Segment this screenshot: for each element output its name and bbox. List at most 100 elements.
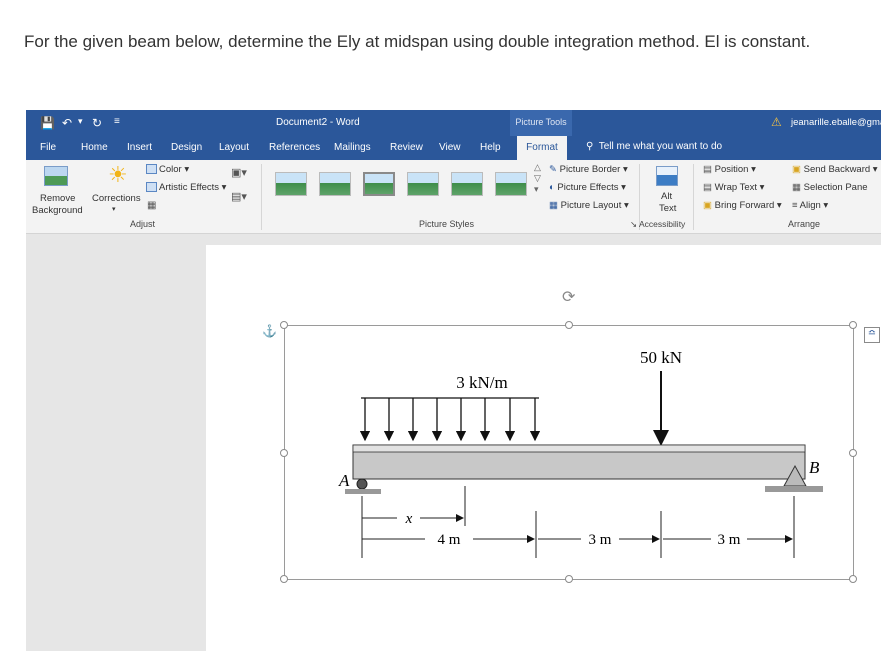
undo-dropdown-icon[interactable]: ▾ xyxy=(78,116,83,127)
picture-style-thumb[interactable] xyxy=(495,172,527,196)
resize-handle[interactable] xyxy=(849,575,857,583)
resize-handle[interactable] xyxy=(280,321,288,329)
transparency-icon[interactable]: ▦ xyxy=(147,200,156,211)
tab-home[interactable]: Home xyxy=(81,142,108,153)
support-a-base xyxy=(345,489,381,494)
bring-forward-label: Bring Forward xyxy=(714,200,775,211)
tell-me-search[interactable]: ⚲ Tell me what you want to do xyxy=(586,141,722,152)
support-a-label: A xyxy=(338,471,350,490)
picture-style-thumb[interactable] xyxy=(319,172,351,196)
alt-text-label-2: Text xyxy=(659,203,677,214)
user-account[interactable]: jeanarille.eballe@gmai xyxy=(791,117,881,128)
wrap-text-button[interactable]: ▤ Wrap Text ▾ xyxy=(703,182,764,193)
tab-review[interactable]: Review xyxy=(390,142,423,153)
corrections-dropdown-icon[interactable]: ▾ xyxy=(112,205,116,213)
selection-pane-icon: ▦ xyxy=(792,182,801,193)
customize-toolbar-icon[interactable]: ≡ xyxy=(114,116,120,127)
tab-mailings[interactable]: Mailings xyxy=(334,142,371,153)
save-icon[interactable]: 💾 xyxy=(40,116,55,130)
layout-options-icon[interactable]: ≏ xyxy=(864,327,880,343)
support-a-roller xyxy=(356,478,368,490)
align-label: Align xyxy=(799,200,821,211)
resize-handle[interactable] xyxy=(849,449,857,457)
position-label: Position xyxy=(714,164,749,175)
title-bar: 💾 ↶ ▾ ↻ ≡ Document2 - Word Picture Tools… xyxy=(26,110,881,136)
send-backward-button[interactable]: ▣ Send Backward ▾ xyxy=(792,164,878,175)
color-label: Color xyxy=(159,164,182,175)
tab-design[interactable]: Design xyxy=(171,142,202,153)
align-button[interactable]: ≡ Align ▾ xyxy=(792,200,828,211)
align-icon: ≡ xyxy=(792,200,798,211)
dimension-x-label: x xyxy=(405,511,413,527)
tab-view[interactable]: View xyxy=(439,142,461,153)
picture-effects-icon: ◐ xyxy=(549,182,555,193)
tab-insert[interactable]: Insert xyxy=(127,142,152,153)
picture-effects-button[interactable]: ◐ Picture Effects ▾ xyxy=(549,182,626,193)
support-b-label: B xyxy=(809,458,820,477)
artistic-effects-button[interactable]: Artistic Effects ▾ xyxy=(159,182,226,193)
resize-handle[interactable] xyxy=(565,321,573,329)
resize-handle[interactable] xyxy=(280,449,288,457)
styles-scroll-icon[interactable]: △ ▽ ▾ xyxy=(534,162,541,195)
distributed-load-label: 3 kN/m xyxy=(456,373,507,392)
distributed-load xyxy=(359,397,541,442)
picture-styles-group-label: Picture Styles xyxy=(419,219,475,229)
picture-layout-icon: ▦ xyxy=(549,200,558,211)
picture-layout-label: Picture Layout xyxy=(560,200,622,211)
picture-border-label: Picture Border xyxy=(559,164,621,175)
corrections-icon[interactable]: ☀ xyxy=(108,162,128,188)
remove-background-icon[interactable] xyxy=(44,166,68,186)
support-b-base xyxy=(765,486,823,492)
beam-figure[interactable]: 3 kN/m 50 kN A B x 4 m 3 m 3 m xyxy=(280,321,857,583)
resize-handle[interactable] xyxy=(565,575,573,583)
bring-forward-button[interactable]: ▣ Bring Forward ▾ xyxy=(703,200,782,211)
separator xyxy=(261,164,262,230)
picture-layout-button[interactable]: ▦ Picture Layout ▾ xyxy=(549,200,629,211)
tab-layout[interactable]: Layout xyxy=(219,142,249,153)
ribbon: Remove Background ☀ Corrections ▾ Color … xyxy=(26,160,881,234)
compress-pictures-icon[interactable]: ▣▾ xyxy=(231,166,247,179)
alt-text-icon[interactable] xyxy=(656,166,678,186)
ribbon-tabs: File Home Insert Design Layout Reference… xyxy=(26,136,881,160)
selection-pane-button[interactable]: ▦ Selection Pane xyxy=(792,182,868,193)
document-title: Document2 - Word xyxy=(276,117,360,128)
adjust-group-label: Adjust xyxy=(130,219,156,229)
picture-style-thumb[interactable] xyxy=(363,172,395,196)
tab-help[interactable]: Help xyxy=(480,142,501,153)
picture-border-button[interactable]: ✎ Picture Border ▾ xyxy=(549,164,628,175)
picture-tools-label: Picture Tools xyxy=(510,110,572,136)
undo-icon[interactable]: ↶ xyxy=(62,116,72,130)
dimension-3m-label: 3 m xyxy=(589,532,612,548)
dimension-4m-label: 4 m xyxy=(438,532,461,548)
accessibility-label: Accessibility xyxy=(639,219,686,229)
word-screenshot: 💾 ↶ ▾ ↻ ≡ Document2 - Word Picture Tools… xyxy=(26,110,881,651)
artistic-effects-icon xyxy=(146,182,157,192)
color-button[interactable]: Color ▾ xyxy=(159,164,189,175)
position-button[interactable]: ▤ Position ▾ xyxy=(703,164,756,175)
tell-me-label: Tell me what you want to do xyxy=(598,141,723,152)
accessibility-group-label: ↘ Accessibility xyxy=(630,219,686,229)
wrap-text-label: Wrap Text xyxy=(714,182,758,193)
tab-file[interactable]: File xyxy=(40,142,56,153)
picture-style-thumb[interactable] xyxy=(275,172,307,196)
color-icon xyxy=(146,164,157,174)
question-text: For the given beam below, determine the … xyxy=(24,32,811,51)
corrections-label[interactable]: Corrections xyxy=(92,193,141,204)
position-icon: ▤ xyxy=(703,164,712,175)
picture-style-thumb[interactable] xyxy=(451,172,483,196)
rotate-handle-icon[interactable]: ⟳ xyxy=(562,287,575,307)
picture-style-thumb[interactable] xyxy=(407,172,439,196)
tab-references[interactable]: References xyxy=(269,142,320,153)
redo-icon[interactable]: ↻ xyxy=(92,116,102,130)
resize-handle[interactable] xyxy=(280,575,288,583)
wrap-text-icon: ▤ xyxy=(703,182,712,193)
bring-forward-icon: ▣ xyxy=(703,200,712,211)
resize-handle[interactable] xyxy=(849,321,857,329)
remove-background-label-1: Remove xyxy=(40,193,76,204)
point-load-label: 50 kN xyxy=(640,348,682,367)
beam-diagram: 3 kN/m 50 kN A B x 4 m 3 m 3 m xyxy=(338,348,823,558)
picture-border-icon: ✎ xyxy=(549,164,557,175)
change-picture-icon[interactable]: ▤▾ xyxy=(231,190,247,203)
tab-format[interactable]: Format xyxy=(517,136,567,160)
picture-effects-label: Picture Effects xyxy=(557,182,619,193)
